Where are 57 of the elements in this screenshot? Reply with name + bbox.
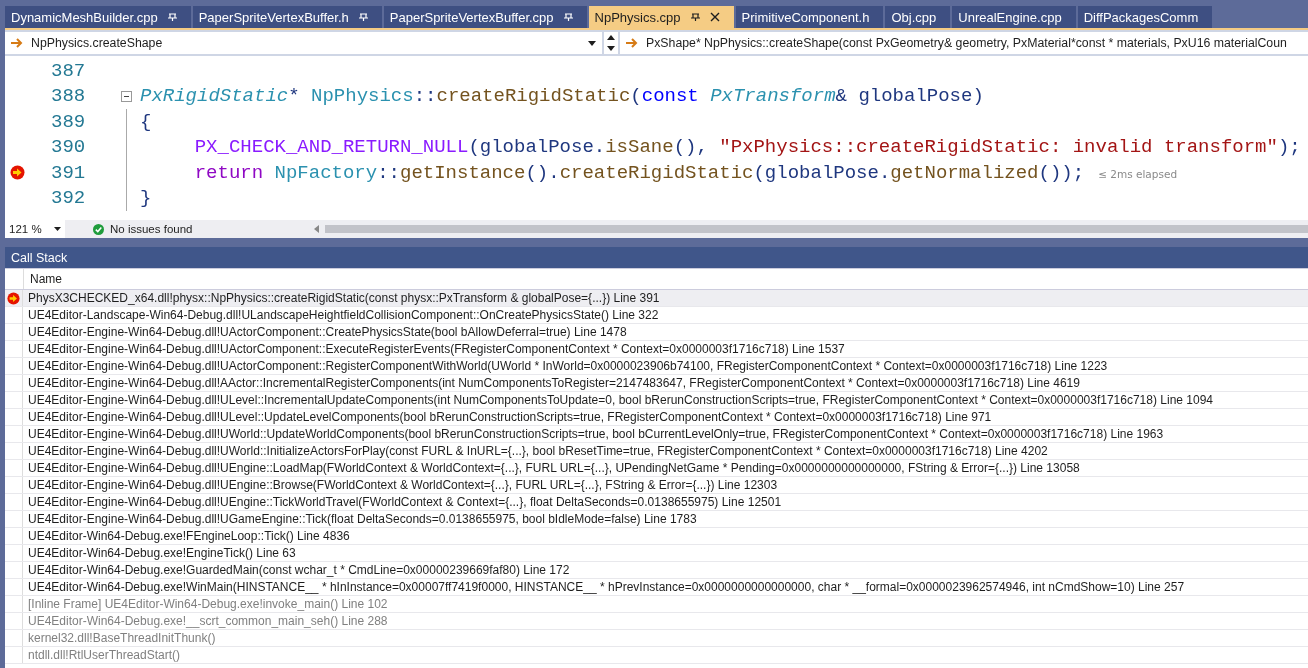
stack-frame[interactable]: UE4Editor-Engine-Win64-Debug.dll!UWorld::InitializeActorsForPlay(const FURL & InURL={...}, bool bResetTime=true, FRegisterComponentContext * Context=0x0000003f1716c718) Line 4202 <box>28 444 1048 458</box>
stack-frame[interactable]: UE4Editor-Win64-Debug.exe!GuardedMain(const wchar_t * CmdLine=0x00000239669faf80) Line 172 <box>28 563 570 577</box>
stack-frame[interactable]: UE4Editor-Engine-Win64-Debug.dll!UEngine::Browse(FWorldContext & WorldContext={...}, FURL URL={...}, FString & Error={...}) Line 12303 <box>28 478 778 492</box>
code-line: { <box>140 110 152 133</box>
file-tab[interactable]: PaperSpriteVertexBuffer.h <box>192 6 382 28</box>
stack-frame[interactable]: UE4Editor-Engine-Win64-Debug.dll!UActorComponent::ExecuteRegisterEvents(FRegisterComponentContext * Context=0x0000003f1716c718) Line 1537 <box>28 342 845 356</box>
close-icon[interactable] <box>709 12 720 22</box>
panel-title: Call Stack <box>11 250 68 265</box>
stack-frame[interactable]: ntdll.dll!RtlUserThreadStart() <box>28 648 181 662</box>
line-number: 389 <box>51 110 87 133</box>
code-line: return NpFactory::getInstance().createRigidStatic(globalPose.getNormalized()); ≤ 2ms elapsed <box>193 161 1178 184</box>
scroll-left-icon[interactable] <box>314 225 320 233</box>
arrow-icon <box>626 38 638 48</box>
code-line: } <box>140 187 152 210</box>
code-line: PxRigidStatic* NpPhysics::createRigidStatic(const PxTransform& globalPose) <box>140 85 984 108</box>
file-tab[interactable]: UnrealEngine.cpp <box>952 6 1076 28</box>
stack-frame[interactable]: UE4Editor-Landscape-Win64-Debug.dll!ULandscapeHeightfieldCollisionComponent::OnCreatePhysicsState() Line 322 <box>28 308 659 322</box>
file-tab[interactable]: PrimitiveComponent.h <box>735 6 884 28</box>
scroll-spinner[interactable] <box>604 32 618 54</box>
file-tab[interactable]: PaperSpriteVertexBuffer.cpp <box>383 6 587 28</box>
stack-frame[interactable]: UE4Editor-Engine-Win64-Debug.dll!ULevel::IncrementalUpdateComponents(int NumComponentsToUpdate=0, bool bRerunConstructionScripts=true, FRegisterComponentContext * Context=0x0000003f1716c718) Line 1094 <box>28 393 1213 407</box>
stack-frame[interactable]: UE4Editor-Engine-Win64-Debug.dll!UActorComponent::CreatePhysicsState(bool bAllowDeferral=true) Line 1478 <box>28 325 627 339</box>
stack-frame[interactable]: UE4Editor-Engine-Win64-Debug.dll!UEngine::LoadMap(FWorldContext & WorldContext={...}, FURL URL={...}, UPendingNetGame * Pending=0x0000000000000000, FString & Error={...}) Line 13058 <box>28 461 1080 475</box>
stack-frame[interactable]: UE4Editor-Win64-Debug.exe!WinMain(HINSTANCE__ * hInInstance=0x00007ff7419f0000, HINSTANCE__ * hPrevInstance=0x0000000000000000, char * __formal=0x0000023962574946, int nCmdShow=10) Line 257 <box>28 580 1185 594</box>
line-number: 387 <box>51 59 87 82</box>
file-tab[interactable]: DiffPackagesComm <box>1077 6 1213 28</box>
file-tab[interactable]: NpPhysics.cpp <box>588 6 734 28</box>
code-line: PX_CHECK_AND_RETURN_NULL(globalPose.isSane(), "PxPhysics::createRigidStatic: invalid transform"); <box>193 136 1301 159</box>
file-tab[interactable]: DynamicMeshBuilder.cpp <box>5 6 191 28</box>
stack-frame[interactable]: kernel32.dll!BaseThreadInitThunk() <box>28 631 216 645</box>
member-dropdown[interactable]: PxShape* NpPhysics::createShape(const PxGeometry& geometry, PxMaterial*const * materials, PxU16 materialCoun <box>620 32 1308 54</box>
line-number: 392 <box>51 187 87 210</box>
stack-frame[interactable]: [Inline Frame] UE4Editor-Win64-Debug.exe!invoke_main() Line 102 <box>28 597 388 611</box>
horizontal-scrollbar[interactable] <box>325 225 1308 233</box>
stack-frame[interactable]: UE4Editor-Engine-Win64-Debug.dll!UGameEngine::Tick(float DeltaSeconds=0.0138655975, bool bIdleMode=false) Line 1783 <box>28 512 697 526</box>
stack-frame[interactable]: UE4Editor-Engine-Win64-Debug.dll!ULevel::UpdateLevelComponents(bool bRerunConstructionScripts=true, FRegisterComponentContext * Context=0x0000003f1716c718) Line 971 <box>28 410 992 424</box>
stack-frame[interactable]: UE4Editor-Engine-Win64-Debug.dll!UActorComponent::RegisterComponentWithWorld(UWorld * InWorld=0x0000023906b74100, FRegisterComponentContext * Context=0x0000003f1716c718) Line 1223 <box>28 359 1108 373</box>
column-header[interactable]: Name <box>5 268 1308 290</box>
collapse-icon[interactable] <box>120 90 132 102</box>
zoom-dropdown[interactable]: 121 % <box>5 220 65 238</box>
scope-dropdown[interactable]: NpPhysics.createShape <box>5 32 602 54</box>
caret-icon <box>54 227 61 231</box>
arrow-icon <box>11 38 23 48</box>
stack-frame[interactable]: UE4Editor-Engine-Win64-Debug.dll!UEngine::TickWorldTravel(FWorldContext & Context={...}, float DeltaSeconds=0.0138655975) Line 12501 <box>28 495 782 509</box>
line-number: 388 <box>51 85 87 108</box>
stack-frame[interactable]: UE4Editor-Win64-Debug.exe!FEngineLoop::Tick() Line 4836 <box>28 529 350 543</box>
line-number: 391 <box>51 161 87 184</box>
line-number: 390 <box>51 136 87 159</box>
stack-frame[interactable]: UE4Editor-Engine-Win64-Debug.dll!UWorld::UpdateWorldComponents(bool bRerunConstructionScripts=true, bool bCurrentLevelOnly=true, FRegisterComponentContext * Context=0x0000003f1716c718) Line 1963 <box>28 427 1164 441</box>
file-tab[interactable]: Obj.cpp <box>885 6 951 28</box>
check-icon <box>93 223 104 235</box>
stack-frame[interactable]: UE4Editor-Win64-Debug.exe!__scrt_common_main_seh() Line 288 <box>28 614 388 628</box>
stack-frame[interactable]: UE4Editor-Win64-Debug.exe!EngineTick() Line 63 <box>28 546 296 560</box>
pin-icon[interactable] <box>690 12 700 22</box>
stack-frame[interactable]: UE4Editor-Engine-Win64-Debug.dll!AActor::IncrementalRegisterComponents(int NumComponentsToRegister=2147483647, FRegisterComponentContext * Context=0x0000003f1716c718) Line 4619 <box>28 376 1080 390</box>
issues-status: No issues found <box>110 223 193 235</box>
caret-icon <box>588 40 596 46</box>
